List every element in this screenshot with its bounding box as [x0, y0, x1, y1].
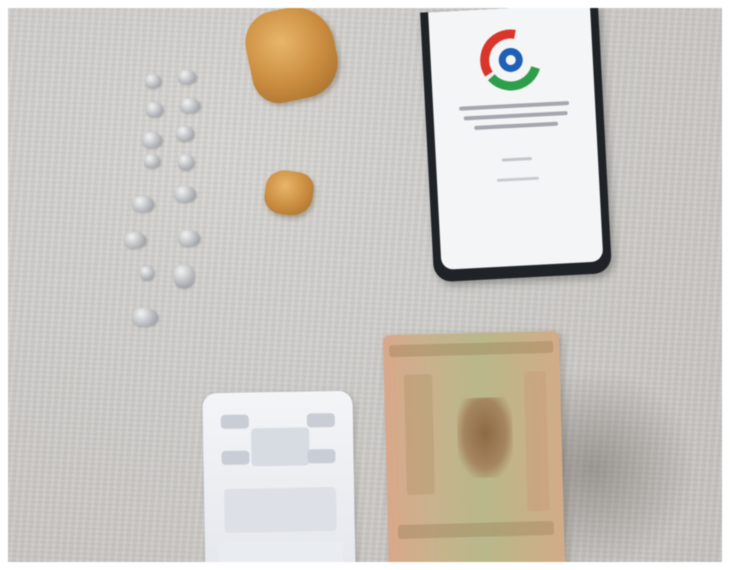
- banknote-edge: [389, 340, 554, 358]
- scale-side-slot: [307, 449, 336, 464]
- banknote-pattern: [523, 371, 550, 512]
- foil-packet: [146, 102, 163, 117]
- scale-bottom-panel: [218, 540, 344, 562]
- phone-screen: [428, 8, 604, 270]
- scale-top-right-slot: [306, 413, 335, 428]
- foil-packet: [132, 308, 158, 326]
- foil-packet: [144, 154, 160, 168]
- foil-packet: [178, 70, 196, 84]
- photo: [8, 8, 722, 562]
- cast-shadow: [548, 368, 698, 562]
- screen-text-line: [459, 100, 570, 111]
- scale-top-left-slot: [220, 414, 249, 430]
- banknote-pattern: [403, 374, 435, 495]
- foil-packet: [132, 196, 154, 212]
- foil-packet: [145, 74, 161, 88]
- screen-text-line: [496, 176, 540, 182]
- scale-side-slot: [221, 450, 250, 465]
- foil-packet: [178, 230, 200, 246]
- scale-lower-panel: [224, 487, 337, 533]
- pocket-scale: [202, 390, 356, 562]
- banknote-edge: [397, 520, 555, 540]
- screen-text-line: [501, 157, 532, 162]
- screen-text-line: [474, 121, 559, 130]
- foil-packet: [174, 186, 196, 202]
- scale-display: [248, 425, 312, 469]
- foil-packet: [174, 264, 194, 288]
- smartphone: [420, 8, 613, 283]
- photo-frame: [0, 0, 730, 570]
- foil-packet: [176, 126, 194, 141]
- foil-packet: [140, 266, 154, 280]
- banknote-stack: [382, 330, 566, 562]
- circular-app-logo-icon: [480, 29, 542, 91]
- foil-packet: [180, 98, 200, 113]
- foil-packet: [124, 232, 146, 248]
- foil-packet: [178, 154, 194, 170]
- foil-packet: [142, 132, 162, 148]
- banknote-portrait: [456, 396, 514, 479]
- screen-text-line: [463, 111, 568, 121]
